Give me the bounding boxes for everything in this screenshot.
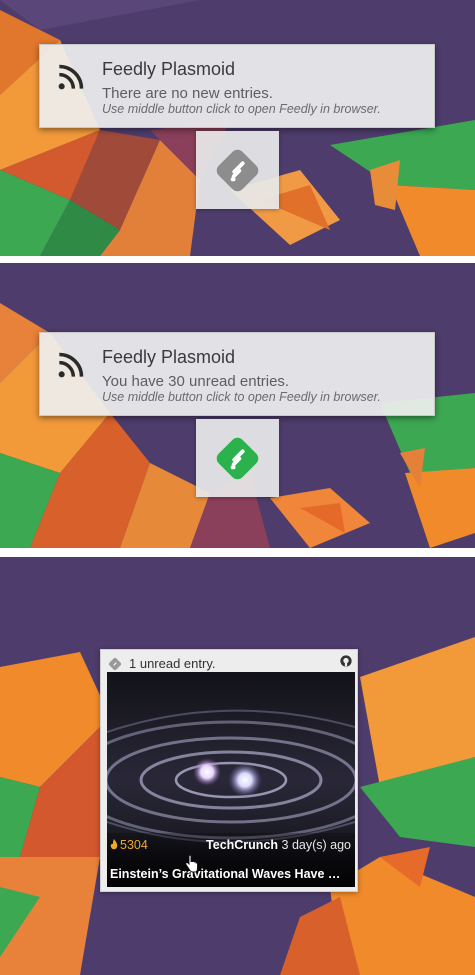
tray-feedly-button[interactable]: [196, 131, 279, 209]
rss-icon: [58, 64, 84, 90]
feedly-icon: [216, 149, 259, 192]
notification-title: Feedly Plasmoid: [102, 59, 236, 79]
desktop-panel-widget: 1 unread entry. 5304 TechCrunch 3 day(s)…: [0, 557, 475, 975]
entry-card[interactable]: 5304 TechCrunch 3 day(s) ago Einstein’s …: [107, 672, 355, 887]
github-icon[interactable]: [340, 655, 352, 667]
entry-title[interactable]: Einstein’s Gravitational Waves Have …: [110, 867, 352, 881]
entry-source: TechCrunch 3 day(s) ago: [206, 838, 351, 852]
notification-hint: Use middle button click to open Feedly i…: [102, 390, 381, 404]
engagement-value: 5304: [120, 838, 148, 852]
feedly-icon: [216, 437, 259, 480]
flame-icon: [110, 839, 118, 850]
hand-cursor-icon: [185, 855, 198, 873]
engagement-count: 5304: [110, 838, 148, 852]
wallpaper: [0, 0, 475, 256]
source-name[interactable]: TechCrunch: [206, 838, 278, 852]
unread-count: 1 unread entry.: [129, 656, 216, 671]
notification-message: You have 30 unread entries.: [102, 373, 290, 390]
tray-feedly-button[interactable]: [196, 419, 279, 497]
notification-message: There are no new entries.: [102, 85, 273, 102]
desktop-panel-no-entries: Feedly Plasmoid There are no new entries…: [0, 0, 475, 256]
feedly-icon[interactable]: [107, 656, 123, 672]
notification-title: Feedly Plasmoid: [102, 347, 236, 367]
feedly-widget: 1 unread entry. 5304 TechCrunch 3 day(s)…: [100, 649, 358, 892]
entry-age: 3 day(s) ago: [281, 838, 351, 852]
rss-icon: [58, 352, 84, 378]
notification-hint: Use middle button click to open Feedly i…: [102, 102, 381, 116]
notification-popup[interactable]: Feedly Plasmoid You have 30 unread entri…: [39, 332, 435, 416]
desktop-panel-unread: Feedly Plasmoid You have 30 unread entri…: [0, 263, 475, 548]
notification-popup[interactable]: Feedly Plasmoid There are no new entries…: [39, 44, 435, 128]
